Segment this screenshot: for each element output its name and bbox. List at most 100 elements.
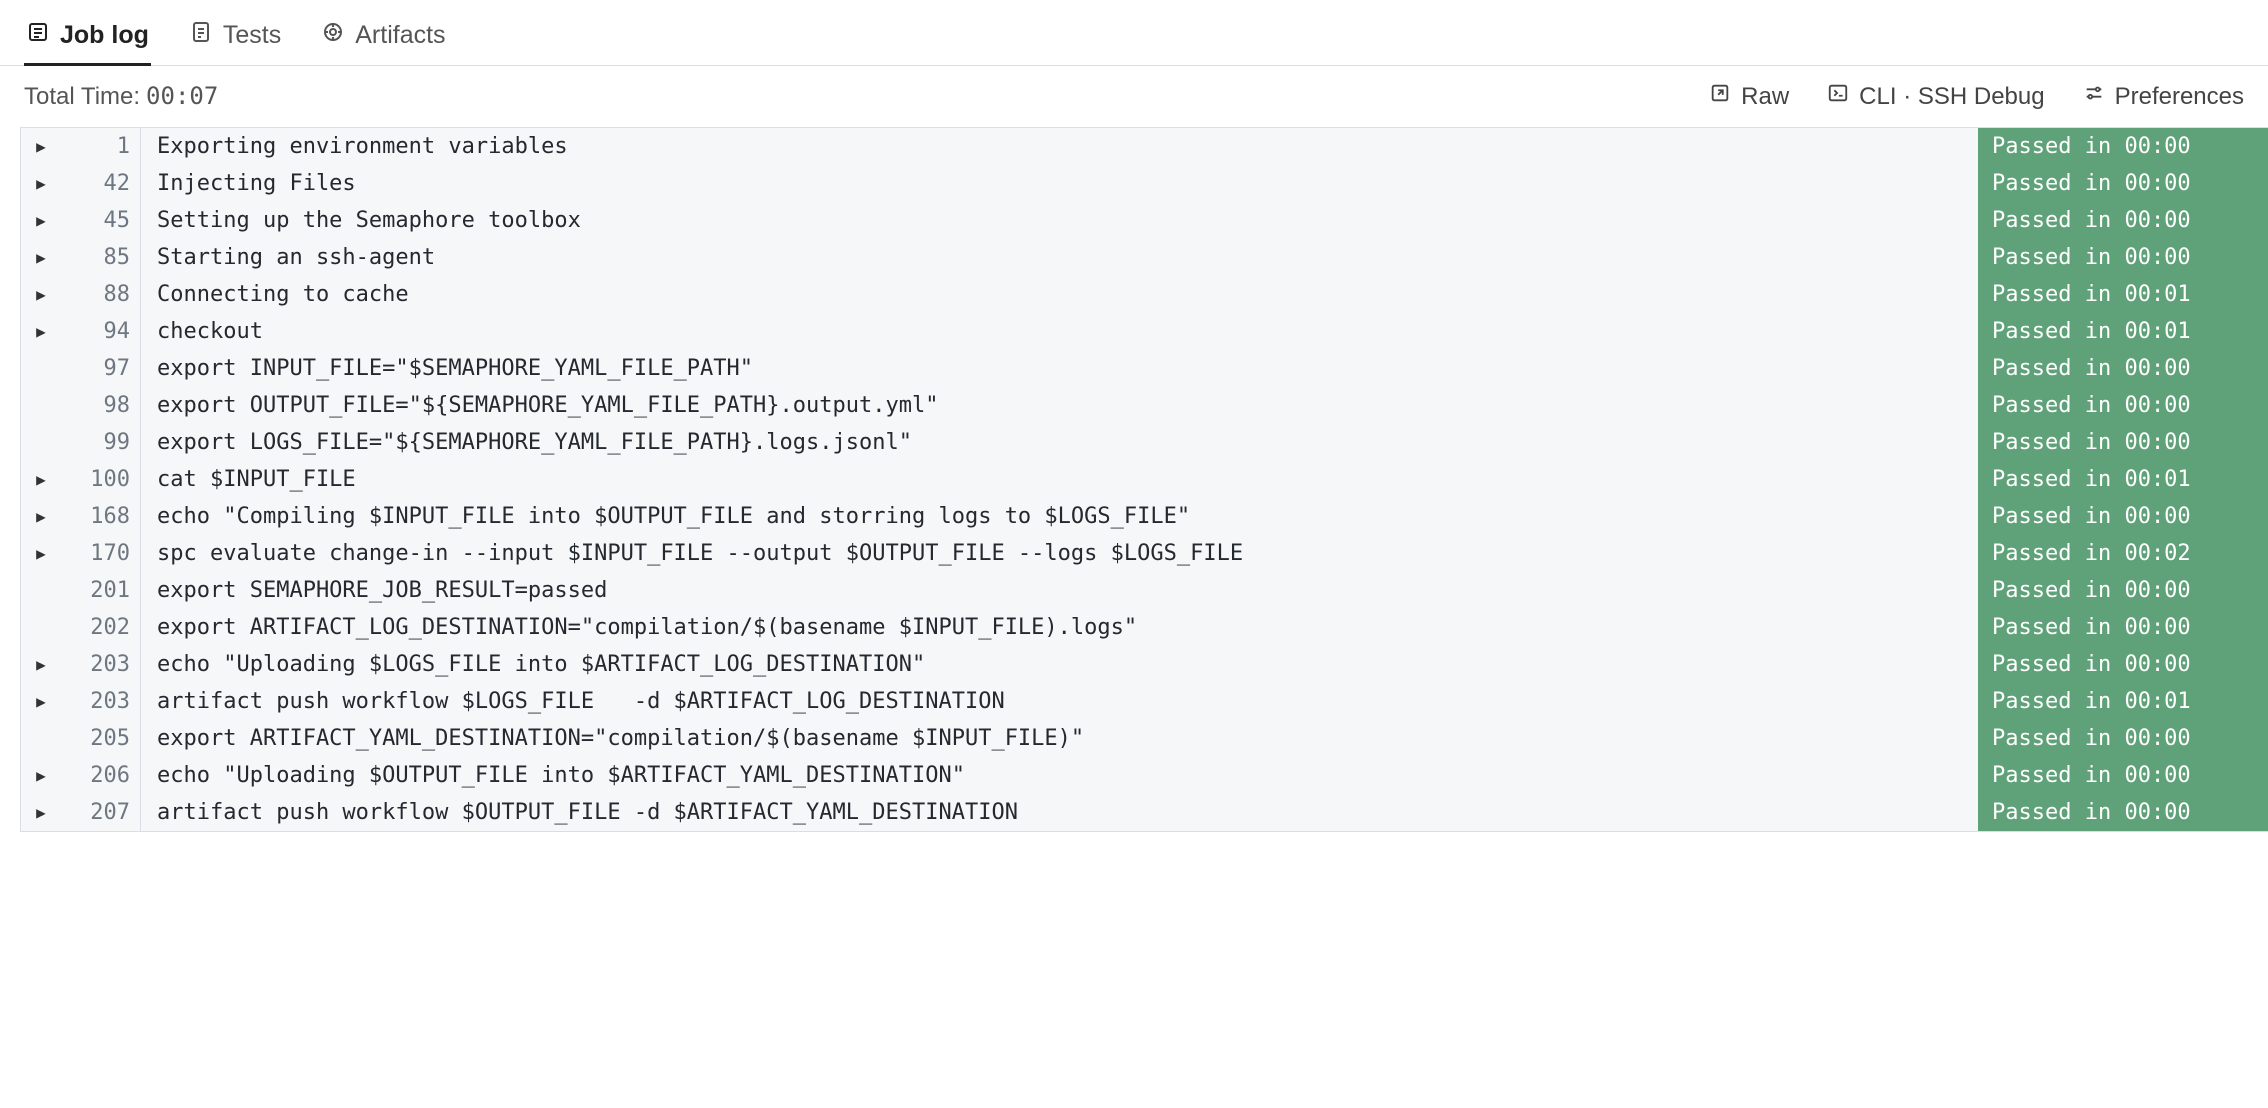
raw-label: Raw (1741, 83, 1789, 111)
total-time-value: 00:07 (146, 82, 218, 110)
tab-label: Artifacts (355, 21, 445, 50)
log-command: Setting up the Semaphore toolbox (141, 202, 1978, 239)
line-number: 205 (61, 720, 141, 757)
status-badge: Passed in 00:00 (1978, 202, 2268, 239)
line-number: 206 (61, 757, 141, 794)
expand-chevron-icon[interactable]: ▶ (21, 128, 61, 165)
status-badge: Passed in 00:00 (1978, 498, 2268, 535)
tab-bar: Job log Tests Artifacts (0, 0, 2268, 66)
line-number: 42 (61, 165, 141, 202)
line-number: 99 (61, 424, 141, 461)
log-line[interactable]: 98export OUTPUT_FILE="${SEMAPHORE_YAML_F… (21, 387, 2268, 424)
status-badge: Passed in 00:00 (1978, 424, 2268, 461)
status-badge: Passed in 00:01 (1978, 461, 2268, 498)
log-line[interactable]: ▶42Injecting FilesPassed in 00:00 (21, 165, 2268, 202)
log-icon (26, 20, 50, 51)
expand-chevron-icon (21, 609, 61, 646)
log-command: export SEMAPHORE_JOB_RESULT=passed (141, 572, 1978, 609)
line-number: 45 (61, 202, 141, 239)
log-command: export ARTIFACT_LOG_DESTINATION="compila… (141, 609, 1978, 646)
log-command: export ARTIFACT_YAML_DESTINATION="compil… (141, 720, 1978, 757)
line-number: 203 (61, 646, 141, 683)
tab-label: Job log (60, 21, 149, 50)
log-line[interactable]: ▶168echo "Compiling $INPUT_FILE into $OU… (21, 498, 2268, 535)
line-number: 98 (61, 387, 141, 424)
log-command: export INPUT_FILE="$SEMAPHORE_YAML_FILE_… (141, 350, 1978, 387)
sliders-icon (2083, 82, 2105, 111)
cli-ssh-link[interactable]: CLI · SSH Debug (1827, 82, 2044, 111)
log-line[interactable]: 202export ARTIFACT_LOG_DESTINATION="comp… (21, 609, 2268, 646)
log-command: echo "Compiling $INPUT_FILE into $OUTPUT… (141, 498, 1978, 535)
preferences-link[interactable]: Preferences (2083, 82, 2244, 111)
log-command: echo "Uploading $LOGS_FILE into $ARTIFAC… (141, 646, 1978, 683)
expand-chevron-icon[interactable]: ▶ (21, 202, 61, 239)
log-line[interactable]: ▶203echo "Uploading $LOGS_FILE into $ART… (21, 646, 2268, 683)
log-line[interactable]: 201export SEMAPHORE_JOB_RESULT=passedPas… (21, 572, 2268, 609)
log-line[interactable]: ▶85Starting an ssh-agentPassed in 00:00 (21, 239, 2268, 276)
log-line[interactable]: 205export ARTIFACT_YAML_DESTINATION="com… (21, 720, 2268, 757)
raw-link[interactable]: Raw (1709, 82, 1789, 111)
status-badge: Passed in 00:01 (1978, 683, 2268, 720)
log-command: Injecting Files (141, 165, 1978, 202)
status-badge: Passed in 00:00 (1978, 609, 2268, 646)
log-line[interactable]: ▶1Exporting environment variablesPassed … (21, 128, 2268, 165)
log-command: Connecting to cache (141, 276, 1978, 313)
expand-chevron-icon[interactable]: ▶ (21, 683, 61, 720)
status-badge: Passed in 00:00 (1978, 350, 2268, 387)
log-command: cat $INPUT_FILE (141, 461, 1978, 498)
status-badge: Passed in 00:00 (1978, 720, 2268, 757)
line-number: 94 (61, 313, 141, 350)
line-number: 97 (61, 350, 141, 387)
line-number: 168 (61, 498, 141, 535)
log-line[interactable]: ▶94checkoutPassed in 00:01 (21, 313, 2268, 350)
expand-chevron-icon[interactable]: ▶ (21, 276, 61, 313)
expand-chevron-icon[interactable]: ▶ (21, 165, 61, 202)
expand-chevron-icon (21, 387, 61, 424)
tab-tests[interactable]: Tests (187, 10, 283, 65)
expand-chevron-icon[interactable]: ▶ (21, 794, 61, 831)
checklist-icon (189, 20, 213, 51)
log-line[interactable]: 97export INPUT_FILE="$SEMAPHORE_YAML_FIL… (21, 350, 2268, 387)
preferences-label: Preferences (2115, 83, 2244, 111)
expand-chevron-icon[interactable]: ▶ (21, 239, 61, 276)
log-line[interactable]: ▶88Connecting to cachePassed in 00:01 (21, 276, 2268, 313)
external-link-icon (1709, 82, 1731, 111)
log-line[interactable]: ▶207artifact push workflow $OUTPUT_FILE … (21, 794, 2268, 831)
expand-chevron-icon[interactable]: ▶ (21, 313, 61, 350)
expand-chevron-icon (21, 350, 61, 387)
log-line[interactable]: ▶170spc evaluate change-in --input $INPU… (21, 535, 2268, 572)
status-badge: Passed in 00:00 (1978, 128, 2268, 165)
status-badge: Passed in 00:00 (1978, 572, 2268, 609)
expand-chevron-icon[interactable]: ▶ (21, 498, 61, 535)
log-line[interactable]: ▶45Setting up the Semaphore toolboxPasse… (21, 202, 2268, 239)
tab-label: Tests (223, 21, 281, 50)
log-line[interactable]: ▶206echo "Uploading $OUTPUT_FILE into $A… (21, 757, 2268, 794)
log-command: checkout (141, 313, 1978, 350)
status-badge: Passed in 00:00 (1978, 387, 2268, 424)
package-icon (321, 20, 345, 51)
expand-chevron-icon[interactable]: ▶ (21, 461, 61, 498)
terminal-icon (1827, 82, 1849, 111)
line-number: 207 (61, 794, 141, 831)
log-command: Exporting environment variables (141, 128, 1978, 165)
tab-job-log[interactable]: Job log (24, 10, 151, 65)
log-line[interactable]: ▶203artifact push workflow $LOGS_FILE -d… (21, 683, 2268, 720)
expand-chevron-icon[interactable]: ▶ (21, 757, 61, 794)
line-number: 1 (61, 128, 141, 165)
line-number: 88 (61, 276, 141, 313)
log-line[interactable]: 99export LOGS_FILE="${SEMAPHORE_YAML_FIL… (21, 424, 2268, 461)
expand-chevron-icon[interactable]: ▶ (21, 535, 61, 572)
status-badge: Passed in 00:00 (1978, 794, 2268, 831)
expand-chevron-icon (21, 720, 61, 757)
status-badge: Passed in 00:02 (1978, 535, 2268, 572)
log-command: artifact push workflow $OUTPUT_FILE -d $… (141, 794, 1978, 831)
expand-chevron-icon[interactable]: ▶ (21, 646, 61, 683)
log-command: echo "Uploading $OUTPUT_FILE into $ARTIF… (141, 757, 1978, 794)
log-line[interactable]: ▶100cat $INPUT_FILEPassed in 00:01 (21, 461, 2268, 498)
log-container: ▶1Exporting environment variablesPassed … (20, 127, 2268, 832)
tab-artifacts[interactable]: Artifacts (319, 10, 447, 65)
expand-chevron-icon (21, 424, 61, 461)
log-command: export LOGS_FILE="${SEMAPHORE_YAML_FILE_… (141, 424, 1978, 461)
expand-chevron-icon (21, 572, 61, 609)
status-badge: Passed in 00:00 (1978, 646, 2268, 683)
